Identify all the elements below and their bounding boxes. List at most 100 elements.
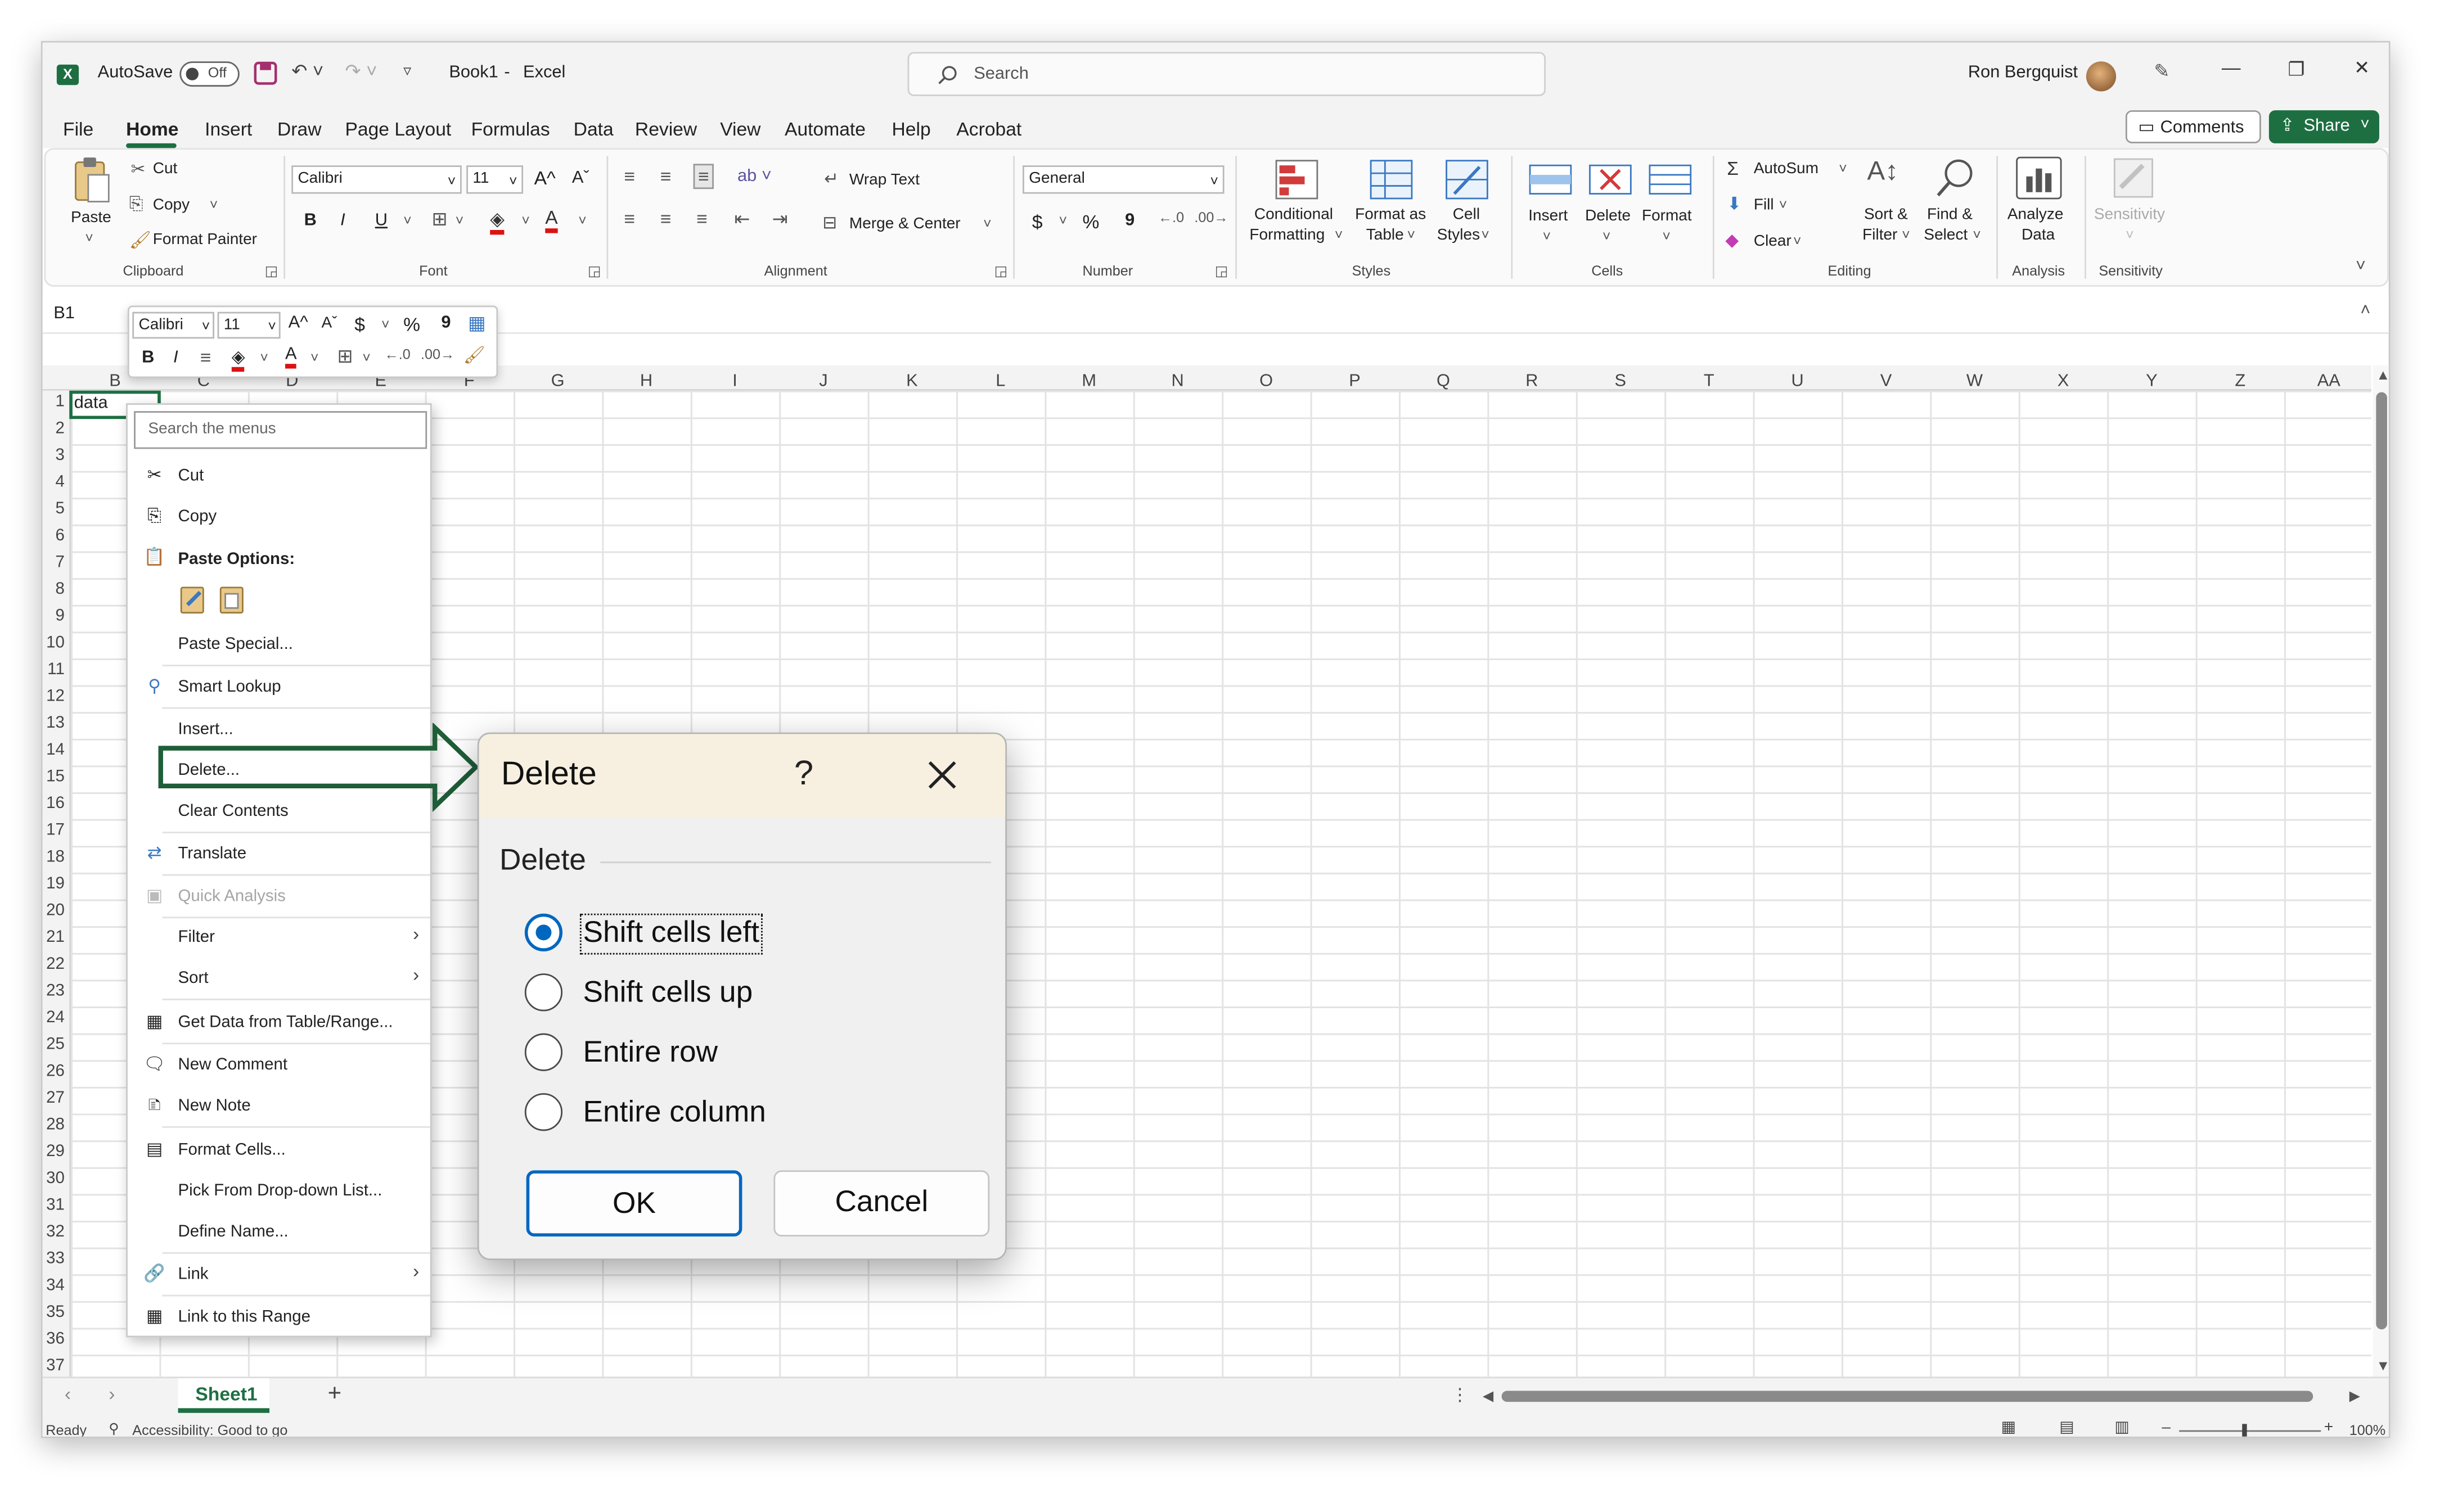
mini-font-color-dropdown-icon[interactable]: ˅ — [310, 350, 319, 365]
sort-filter-icon[interactable]: A↕ — [1867, 156, 1899, 187]
clear-button[interactable]: Clear — [1754, 233, 1791, 251]
menu-item-format-cells[interactable]: Format Cells... — [178, 1140, 286, 1159]
mini-font-color-icon[interactable]: A — [285, 345, 297, 369]
decrease-decimal-icon[interactable]: .00→ — [1194, 210, 1228, 225]
insert-cells-button[interactable]: Insert — [1528, 208, 1568, 225]
mini-italic-button[interactable]: I — [173, 348, 178, 367]
tab-automate[interactable]: Automate — [785, 118, 866, 140]
bold-button[interactable]: B — [304, 211, 317, 230]
number-launcher-icon[interactable]: ◲ — [1215, 263, 1228, 281]
format-as-table-label-1[interactable]: Format as — [1355, 206, 1426, 224]
column-header-n[interactable]: N — [1133, 372, 1222, 391]
customize-qat-icon[interactable]: ▿ — [403, 63, 411, 80]
mini-increase-decimal-icon[interactable]: ←.0 — [385, 346, 411, 362]
comma-button[interactable]: 9 — [1125, 211, 1135, 230]
formula-bar-expand-icon[interactable]: ˄ — [2360, 301, 2370, 320]
paste-values-icon[interactable] — [219, 584, 247, 614]
radio-entire-column[interactable] — [524, 1093, 563, 1131]
close-icon[interactable]: ✕ — [2354, 57, 2370, 79]
row-header-28[interactable]: 28 — [43, 1115, 65, 1134]
merge-icon[interactable]: ⊟ — [822, 213, 837, 233]
column-header-m[interactable]: M — [1045, 372, 1133, 391]
mini-font-dropdown[interactable]: Calibri ˅ — [132, 312, 214, 339]
mini-comma-button[interactable]: 9 — [441, 313, 451, 332]
menu-item-translate[interactable]: Translate — [178, 844, 247, 863]
column-header-s[interactable]: S — [1576, 372, 1664, 391]
row-header-20[interactable]: 20 — [43, 901, 65, 920]
format-painter-button[interactable]: Format Painter — [153, 232, 257, 249]
wrap-text-icon[interactable]: ↵ — [824, 169, 839, 189]
conditional-formatting-dropdown-icon[interactable]: ˅ — [1335, 227, 1343, 242]
menu-item-paste-special[interactable]: Paste Special... — [178, 635, 293, 654]
cut-button[interactable]: Cut — [153, 161, 178, 178]
row-header-33[interactable]: 33 — [43, 1249, 65, 1268]
orientation-icon[interactable]: ab ˅ — [737, 167, 772, 186]
align-center-icon[interactable]: ≡ — [660, 208, 672, 230]
fill-button[interactable]: Fill — [1754, 197, 1774, 214]
copy-dropdown-icon[interactable]: ˅ — [210, 197, 218, 213]
delete-cells-dropdown-icon[interactable]: ˅ — [1602, 228, 1611, 244]
page-layout-view-icon[interactable]: ▤ — [2059, 1419, 2074, 1437]
align-right-icon[interactable]: ≡ — [696, 208, 708, 230]
more-options-icon[interactable]: ⋮ — [1451, 1384, 1469, 1405]
merge-center-button[interactable]: Merge & Center — [849, 216, 961, 233]
borders-icon[interactable]: ⊞ — [432, 208, 448, 230]
increase-indent-icon[interactable]: ⇥ — [772, 208, 788, 230]
clipboard-launcher-icon[interactable]: ◲ — [265, 263, 278, 281]
pen-icon[interactable]: ✎ — [2154, 60, 2169, 82]
decrease-font-icon[interactable]: Aˇ — [572, 169, 589, 188]
normal-view-icon[interactable]: ▦ — [2001, 1419, 2016, 1437]
search-box[interactable]: Search — [907, 52, 1546, 96]
menu-item-define-name[interactable]: Define Name... — [178, 1222, 289, 1242]
row-header-14[interactable]: 14 — [43, 741, 65, 760]
copy-icon[interactable]: ⎘ — [129, 195, 143, 215]
column-header-w[interactable]: W — [1930, 372, 2019, 391]
ok-button[interactable]: OK — [526, 1170, 742, 1237]
menu-item-smart-lookup[interactable]: Smart Lookup — [178, 678, 281, 697]
mini-currency-dropdown-icon[interactable]: ˅ — [381, 317, 390, 332]
fill-dropdown-icon[interactable]: ˅ — [1779, 197, 1788, 213]
option-shift-cells-left[interactable]: Shift cells left — [579, 913, 763, 955]
column-header-i[interactable]: I — [691, 372, 779, 391]
font-name-dropdown[interactable]: Calibri ˅ — [291, 165, 462, 194]
fill-dropdown-icon[interactable]: ˅ — [521, 213, 530, 228]
row-header-3[interactable]: 3 — [43, 446, 64, 465]
format-as-table-dropdown-icon[interactable]: ˅ — [1407, 227, 1416, 242]
row-header-10[interactable]: 10 — [43, 633, 65, 652]
column-header-x[interactable]: X — [2019, 372, 2108, 391]
row-header-29[interactable]: 29 — [43, 1142, 65, 1161]
merge-dropdown-icon[interactable]: ˅ — [983, 216, 992, 232]
autosum-button[interactable]: AutoSum — [1754, 161, 1818, 178]
menu-item-new-comment[interactable]: New Comment — [178, 1055, 288, 1075]
row-header-6[interactable]: 6 — [43, 526, 64, 545]
currency-button[interactable]: $ — [1032, 211, 1043, 233]
add-sheet-icon[interactable]: + — [328, 1380, 342, 1407]
radio-shift-cells-up[interactable] — [524, 973, 563, 1012]
share-button[interactable]: ⇪ Share ˅ — [2268, 110, 2379, 143]
fill-color-icon[interactable]: ◈ — [490, 208, 505, 235]
column-header-l[interactable]: L — [956, 372, 1045, 391]
autosum-dropdown-icon[interactable]: ˅ — [1839, 161, 1847, 177]
row-header-4[interactable]: 4 — [43, 472, 64, 491]
align-top-icon[interactable]: ≡ — [624, 165, 635, 187]
row-header-36[interactable]: 36 — [43, 1329, 65, 1348]
menu-item-sort[interactable]: Sort — [178, 969, 209, 988]
redo-icon[interactable]: ↷ ˅ — [345, 60, 377, 82]
paste-icon[interactable] — [71, 156, 112, 206]
column-header-t[interactable]: T — [1665, 372, 1753, 391]
row-header-25[interactable]: 25 — [43, 1035, 65, 1054]
mini-borders-icon[interactable]: ⊞ — [337, 345, 353, 367]
row-header-11[interactable]: 11 — [43, 660, 65, 679]
row-header-37[interactable]: 37 — [43, 1356, 65, 1375]
find-select-icon[interactable] — [1935, 157, 1976, 198]
zoom-out-icon[interactable]: – — [2162, 1419, 2171, 1437]
zoom-slider-thumb[interactable] — [2242, 1424, 2247, 1437]
underline-button[interactable]: U — [375, 211, 388, 230]
copy-button[interactable]: Copy — [153, 197, 190, 214]
menu-item-get-data[interactable]: Get Data from Table/Range... — [178, 1013, 393, 1032]
tab-page-layout[interactable]: Page Layout — [345, 118, 451, 140]
option-entire-column[interactable]: Entire column — [583, 1096, 766, 1131]
menu-item-new-note[interactable]: New Note — [178, 1096, 251, 1116]
help-icon[interactable]: ? — [794, 753, 813, 794]
mini-currency-button[interactable]: $ — [354, 313, 365, 335]
